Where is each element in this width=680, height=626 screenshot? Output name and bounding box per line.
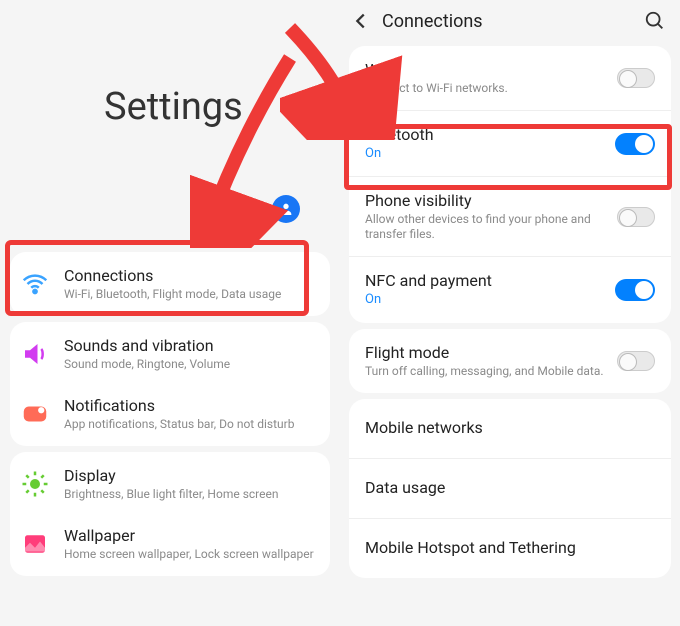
conn-item-title: Wi-Fi [365,60,607,81]
settings-item-sub: Wi-Fi, Bluetooth, Flight mode, Data usag… [64,287,316,302]
settings-item-wallpaper[interactable]: Wallpaper Home screen wallpaper, Lock sc… [10,514,330,574]
conn-item-wifi[interactable]: Wi-Fi Connect to Wi-Fi networks. [349,46,671,110]
conn-item-data-usage[interactable]: Data usage [349,458,671,518]
conn-item-sub: On [365,146,605,162]
search-icon[interactable] [232,198,254,220]
conn-item-title: Bluetooth [365,125,605,146]
back-icon[interactable] [350,10,372,32]
settings-item-display[interactable]: Display Brightness, Blue light filter, H… [10,454,330,514]
settings-item-text: Display Brightness, Blue light filter, H… [64,466,316,502]
toggle-switch[interactable] [617,68,655,88]
settings-screen: Settings Connections Wi-Fi, Bluetooth, F… [0,0,340,626]
conn-item-hotspot[interactable]: Mobile Hotspot and Tethering [349,518,671,578]
settings-item-sub: App notifications, Status bar, Do not di… [64,417,316,432]
settings-item-connections[interactable]: Connections Wi-Fi, Bluetooth, Flight mod… [10,254,330,314]
conn-item-nfc[interactable]: NFC and payment On [349,256,671,322]
wifi-icon [20,269,50,299]
profile-avatar[interactable] [272,195,300,223]
settings-item-text: Notifications App notifications, Status … [64,396,316,432]
toggle-switch[interactable] [617,351,655,371]
settings-item-text: Sounds and vibration Sound mode, Rington… [64,336,316,372]
conn-item-title: Mobile networks [365,418,483,439]
wallpaper-icon [20,529,50,559]
settings-list: Connections Wi-Fi, Bluetooth, Flight mod… [0,246,340,582]
settings-item-title: Display [64,466,316,487]
settings-item-sub: Sound mode, Ringtone, Volume [64,357,316,372]
page-title: Settings [104,85,243,129]
conn-item-title: NFC and payment [365,271,605,292]
conn-item-flight-mode[interactable]: Flight mode Turn off calling, messaging,… [349,329,671,393]
conn-item-mobile-networks[interactable]: Mobile networks [349,399,671,458]
settings-item-sub: Brightness, Blue light filter, Home scre… [64,487,316,502]
settings-item-text: Connections Wi-Fi, Bluetooth, Flight mod… [64,266,316,302]
settings-card: Connections Wi-Fi, Bluetooth, Flight mod… [10,252,330,316]
conn-item-title: Mobile Hotspot and Tethering [365,538,576,559]
settings-item-sub: Home screen wallpaper, Lock screen wallp… [64,547,316,562]
settings-item-title: Connections [64,266,316,287]
toggle-switch[interactable] [615,279,655,301]
display-icon [20,469,50,499]
conn-item-sub: On [365,292,605,308]
settings-item-notifications[interactable]: Notifications App notifications, Status … [10,384,330,444]
settings-item-title: Sounds and vibration [64,336,316,357]
notifications-icon [20,399,50,429]
conn-item-sub: Allow other devices to find your phone a… [365,212,607,242]
settings-card: Sounds and vibration Sound mode, Rington… [10,322,330,446]
search-icon[interactable] [644,10,666,32]
settings-item-title: Notifications [64,396,316,417]
conn-item-title: Phone visibility [365,191,607,212]
conn-item-sub: Turn off calling, messaging, and Mobile … [365,364,607,379]
conn-item-title: Flight mode [365,343,607,364]
page-header: Connections [340,0,680,40]
conn-item-bluetooth[interactable]: Bluetooth On [349,110,671,176]
connections-screen: Connections Wi-Fi Connect to Wi-Fi netwo… [340,0,680,626]
toggle-switch[interactable] [617,207,655,227]
header-actions [232,195,300,223]
settings-item-title: Wallpaper [64,526,316,547]
conn-item-title: Data usage [365,478,445,499]
conn-item-phone-visibility[interactable]: Phone visibility Allow other devices to … [349,176,671,256]
connections-group: Flight mode Turn off calling, messaging,… [349,329,671,393]
settings-item-sounds[interactable]: Sounds and vibration Sound mode, Rington… [10,324,330,384]
settings-item-text: Wallpaper Home screen wallpaper, Lock sc… [64,526,316,562]
toggle-switch[interactable] [615,133,655,155]
conn-item-sub: Connect to Wi-Fi networks. [365,81,607,96]
connections-group: Mobile networks Data usage Mobile Hotspo… [349,399,671,578]
connections-group: Wi-Fi Connect to Wi-Fi networks. Bluetoo… [349,46,671,323]
speaker-icon [20,339,50,369]
page-title: Connections [382,11,634,32]
settings-card: Display Brightness, Blue light filter, H… [10,452,330,576]
